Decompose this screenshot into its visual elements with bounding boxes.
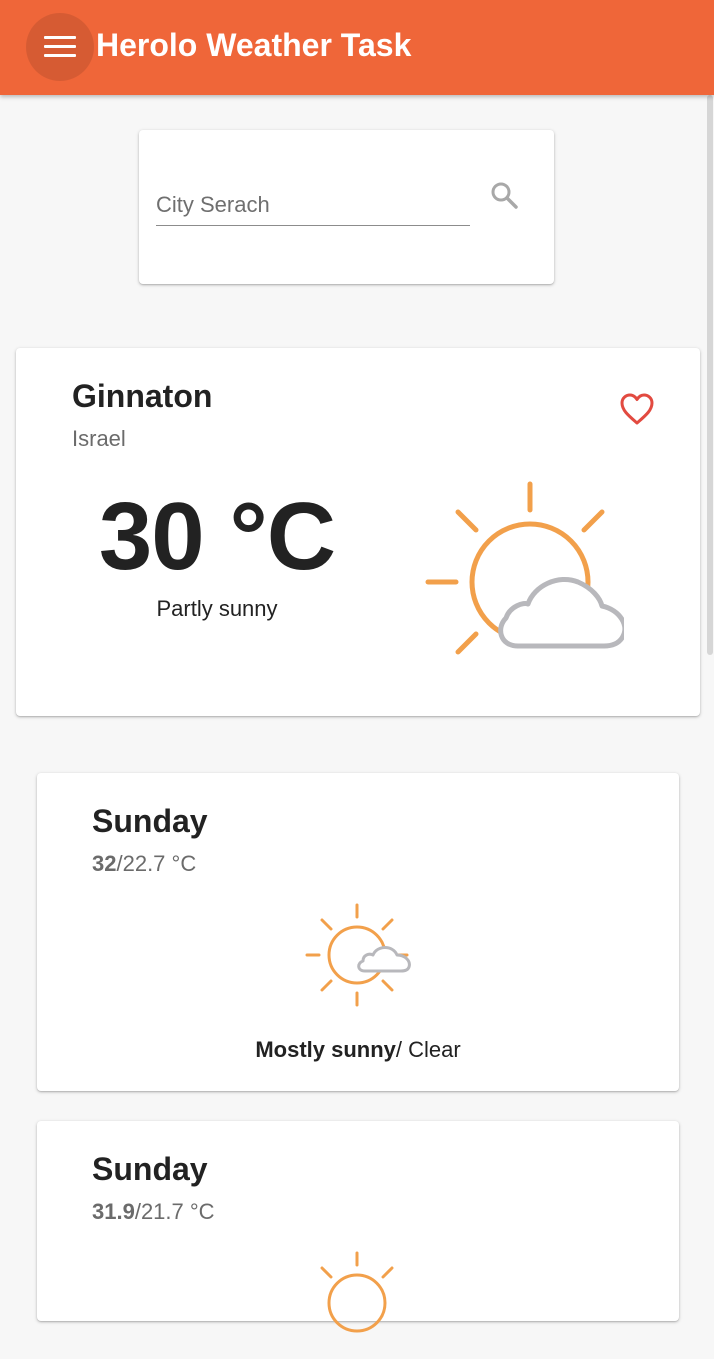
search-card <box>139 130 554 284</box>
forecast-temperatures: 31.9/21.7 °C <box>92 1199 215 1225</box>
sun-icon <box>320 1251 394 1333</box>
forecast-max-temp: 31.9 <box>92 1199 135 1224</box>
city-search-input[interactable] <box>156 184 470 226</box>
forecast-card: Sunday 32/22.7 °C Mostly sunny/ Clear <box>37 773 679 1091</box>
forecast-card: Sunday 31.9/21.7 °C <box>37 1121 679 1333</box>
forecast-day: Sunday <box>92 1151 208 1187</box>
search-icon[interactable] <box>489 180 519 210</box>
mostly-sunny-icon <box>305 903 411 1007</box>
forecast-min-temp: /21.7 °C <box>134 1199 215 1224</box>
forecast-night-phrase: / Clear <box>395 1037 461 1062</box>
forecast-day: Sunday <box>92 803 208 839</box>
current-temperature: 30 °C <box>98 483 336 590</box>
menu-button[interactable] <box>26 13 94 81</box>
app-title: Herolo Weather Task <box>96 27 412 63</box>
heart-outline-icon[interactable] <box>619 392 655 426</box>
city-name: Ginnaton <box>72 378 213 414</box>
partly-sunny-icon <box>425 481 624 655</box>
forecast-day-phrase: Mostly sunny <box>255 1037 396 1062</box>
app-bar: Herolo Weather Task <box>0 0 714 95</box>
forecast-max-temp: 32 <box>92 851 117 876</box>
hamburger-icon <box>44 36 76 58</box>
forecast-min-temp: /22.7 °C <box>116 851 197 876</box>
country-name: Israel <box>72 426 126 451</box>
weather-description: Partly sunny <box>156 596 278 621</box>
forecast-description: Mostly sunny/ Clear <box>37 1037 679 1063</box>
scrollbar[interactable] <box>707 95 713 655</box>
forecast-temperatures: 32/22.7 °C <box>92 851 196 877</box>
current-weather-card: Ginnaton Israel 30 °C Partly sunny <box>16 348 700 716</box>
